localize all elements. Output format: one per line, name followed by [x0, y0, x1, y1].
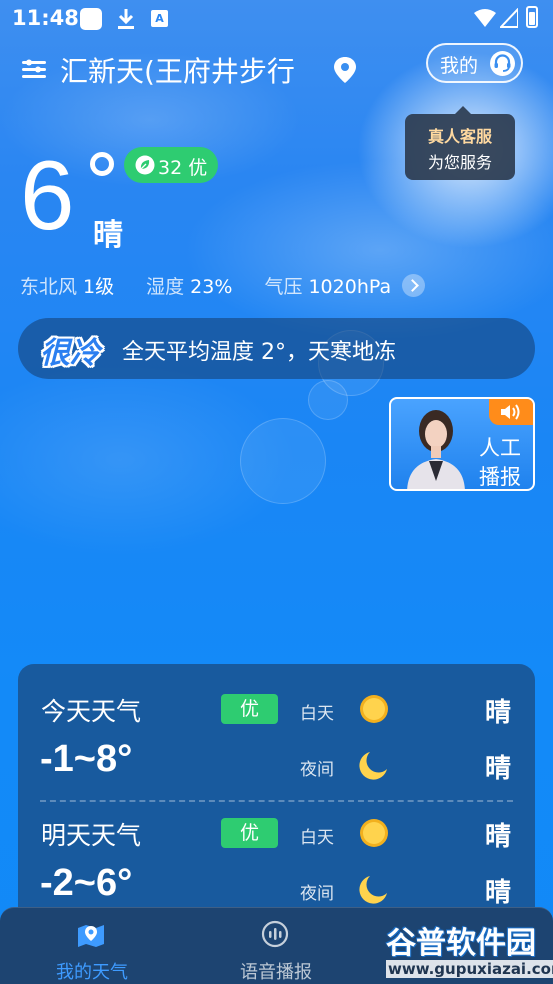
leaf-icon [135, 155, 155, 175]
font-app-icon: A [151, 10, 168, 27]
weather-details[interactable]: 东北风 1级 湿度 23% 气压 1020hPa [20, 272, 397, 299]
aqi-badge[interactable]: 32 优 [124, 147, 218, 183]
nav-voice-broadcast[interactable]: 语音播报 [184, 908, 368, 984]
decorative-bubble [308, 380, 348, 420]
temperature-range: -1~8° [40, 738, 133, 780]
wind-value: 1级 [83, 276, 115, 298]
broadcast-label-line1: 人工 [479, 436, 521, 460]
nav-label: 语音播报 [240, 962, 312, 983]
current-temperature: 6 [20, 140, 75, 250]
humidity-label: 湿度 [146, 276, 185, 298]
presenter-avatar [407, 410, 465, 489]
day-label: 白天 [300, 828, 334, 848]
tip-tag: 很冷 [40, 336, 100, 371]
watermark-url: www.gupuxiazai.com [386, 960, 553, 978]
tooltip-subtitle: 为您服务 [427, 153, 492, 172]
night-condition: 晴 [484, 754, 511, 784]
nav-my-weather[interactable]: 我的天气 [0, 908, 184, 984]
weather-tip-bar[interactable]: 很冷 全天平均温度 2°，天寒地冻 [18, 318, 535, 379]
wind-label: 东北风 [20, 276, 78, 298]
city-menu-icon[interactable] [20, 56, 48, 84]
watermark: 谷普软件园 www.gupuxiazai.com [382, 918, 553, 984]
tip-text: 全天平均温度 2°，天寒地冻 [122, 340, 396, 365]
aqi-badge: 优 [221, 694, 278, 724]
battery-icon [526, 6, 538, 28]
aqi-badge: 优 [221, 818, 278, 848]
nav-label: 我的天气 [56, 962, 128, 983]
forecast-title: 明天天气 [41, 821, 142, 850]
location-title[interactable]: 汇新天(王府井步行 [60, 50, 295, 90]
voice-icon [261, 920, 289, 948]
mine-button[interactable]: 我的 [426, 43, 523, 83]
temperature-range: -2~6° [40, 862, 133, 904]
forecast-title: 今天天气 [41, 697, 142, 726]
forecast-row-today[interactable]: 今天天气 -1~8° 优 白天 晴 夜间 晴 [18, 664, 535, 784]
forecast-row-tomorrow[interactable]: 明天天气 -2~6° 优 白天 晴 夜间 晴 [18, 788, 535, 908]
day-label: 白天 [300, 704, 334, 724]
download-icon [118, 9, 134, 29]
watermark-title: 谷普软件园 [386, 926, 536, 961]
day-condition: 晴 [484, 822, 511, 852]
moon-icon [359, 752, 387, 780]
degree-symbol [90, 152, 114, 176]
sun-icon [360, 819, 388, 847]
decorative-bubble [240, 418, 326, 504]
tooltip-title: 真人客服 [427, 127, 492, 146]
current-condition: 晴 [93, 218, 123, 253]
wifi-icon [474, 9, 496, 27]
location-pin-icon[interactable] [333, 56, 357, 84]
day-condition: 晴 [484, 698, 511, 728]
customer-service-tooltip[interactable]: 真人客服 为您服务 [405, 106, 515, 180]
app-notification-icon [80, 8, 102, 30]
human-broadcast-button[interactable]: 人工 播报 [389, 397, 535, 491]
status-time: 11:48 [12, 6, 79, 30]
signal-icon [500, 8, 518, 28]
night-label: 夜间 [300, 760, 334, 780]
aqi-value: 32 优 [158, 157, 208, 179]
moon-icon [359, 876, 387, 904]
pressure-value: 1020hPa [308, 276, 392, 298]
night-condition: 晴 [484, 878, 511, 908]
mine-button-label: 我的 [440, 55, 479, 77]
pressure-label: 气压 [264, 276, 303, 298]
night-label: 夜间 [300, 884, 334, 904]
humidity-value: 23% [190, 276, 233, 298]
customer-service-icon [490, 51, 515, 76]
status-bar: 11:48 A [0, 0, 553, 36]
broadcast-label-line2: 播报 [479, 465, 521, 489]
map-pin-icon [78, 925, 104, 947]
sun-icon [360, 695, 388, 723]
speaker-icon [489, 399, 533, 425]
chevron-right-icon[interactable] [402, 274, 425, 297]
